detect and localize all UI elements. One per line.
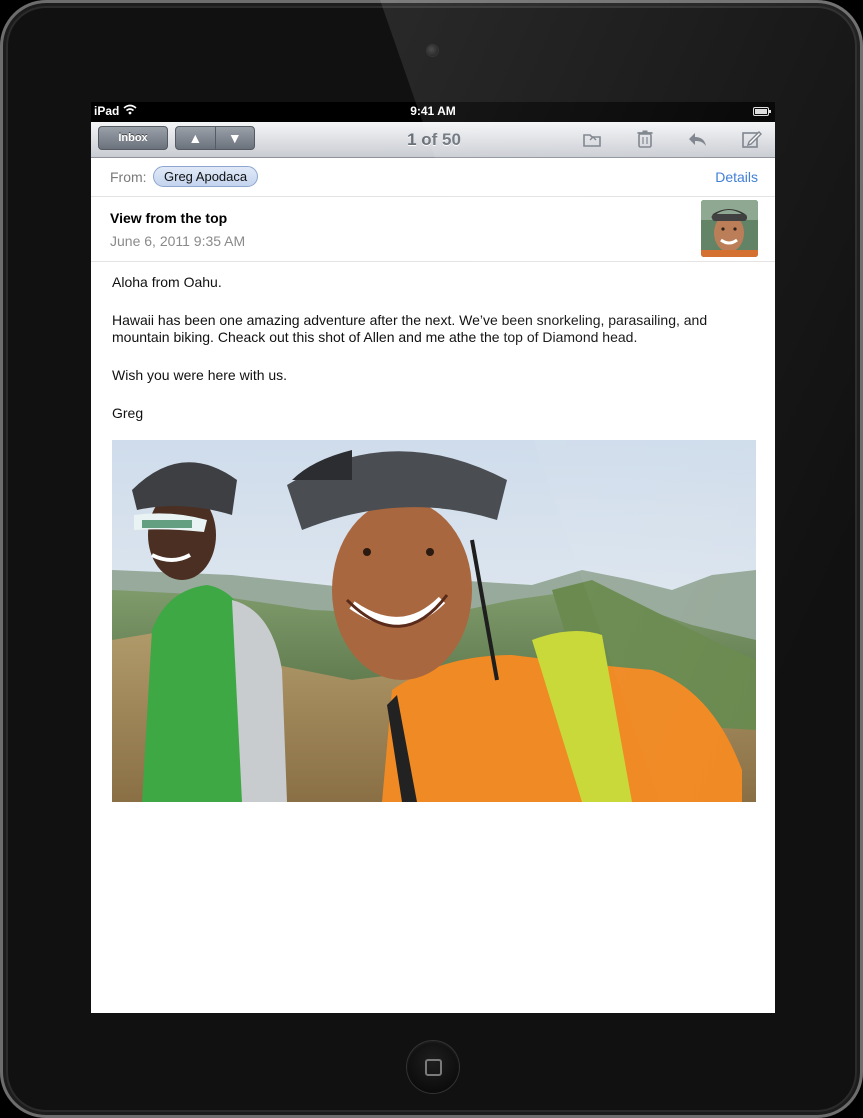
arrow-up-icon: ▲ xyxy=(188,130,203,146)
body-paragraph: Aloha from Oahu. xyxy=(112,274,222,290)
compose-icon[interactable] xyxy=(740,128,762,150)
home-square-icon xyxy=(425,1059,442,1076)
folder-icon[interactable] xyxy=(581,128,603,150)
from-row: From: Greg Apodaca Details xyxy=(91,158,775,197)
message-subject: View from the top xyxy=(110,210,228,226)
message-nav-control: ▲ ▼ xyxy=(175,126,255,150)
status-bar: iPad 9:41 AM xyxy=(91,102,775,122)
sender-pill[interactable]: Greg Apodaca xyxy=(153,166,259,187)
status-time: 9:41 AM xyxy=(410,104,456,118)
home-button[interactable] xyxy=(407,1041,459,1093)
trash-icon[interactable] xyxy=(634,128,656,150)
previous-message-button[interactable]: ▲ xyxy=(176,127,215,149)
from-label: From: xyxy=(110,169,147,185)
mail-toolbar: Inbox ▲ ▼ 1 of 50 xyxy=(91,122,775,158)
details-link[interactable]: Details xyxy=(715,169,758,185)
body-paragraph: Hawaii has been one amazing adventure af… xyxy=(112,312,708,345)
battery-icon xyxy=(753,107,771,116)
message-date: June 6, 2011 9:35 AM xyxy=(110,233,246,249)
next-message-button[interactable]: ▼ xyxy=(214,127,255,149)
arrow-down-icon: ▼ xyxy=(227,130,242,146)
front-camera xyxy=(427,45,438,56)
message-counter: 1 of 50 xyxy=(407,130,461,149)
subject-row: View from the top June 6, 2011 9:35 AM xyxy=(91,197,775,262)
body-paragraph: Wish you were here with us. xyxy=(112,367,288,383)
ipad-device: iPad 9:41 AM Inbox ▲ ▼ 1 of 50 From: Gre… xyxy=(0,0,863,1118)
attached-photo[interactable] xyxy=(112,440,756,802)
sender-avatar xyxy=(701,200,758,257)
inbox-button[interactable]: Inbox xyxy=(98,126,168,150)
reply-icon[interactable] xyxy=(686,128,708,150)
message-body: Aloha from Oahu. Hawaii has been one ama… xyxy=(112,274,752,443)
body-signature: Greg xyxy=(112,405,144,421)
screen: iPad 9:41 AM Inbox ▲ ▼ 1 of 50 From: Gre… xyxy=(91,102,775,1013)
